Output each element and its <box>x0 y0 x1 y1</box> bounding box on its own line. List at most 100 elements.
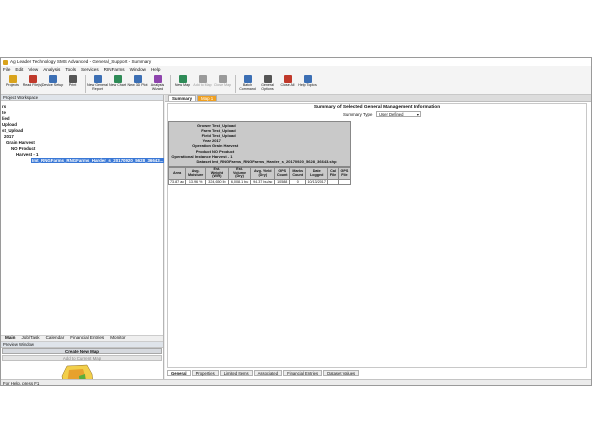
menu-window[interactable]: Window <box>130 67 146 73</box>
column-header[interactable]: Est. Weight (Wet) <box>205 166 229 181</box>
tree-item[interactable]: Upload <box>2 122 17 127</box>
toolbar-button-label: Help Topics <box>298 83 317 87</box>
map-tab-label: Map 1 <box>201 96 214 101</box>
table-cell: 94.37 bu/ac <box>250 179 276 186</box>
toolbar-button[interactable]: Close All <box>278 75 297 88</box>
app-logo-icon <box>3 59 8 65</box>
menu-services[interactable]: Services <box>81 67 99 73</box>
toolbar-button[interactable]: New Chart <box>108 75 127 88</box>
tab-map-1[interactable]: Map 1 <box>197 95 218 101</box>
plot-3d-icon <box>133 75 142 83</box>
tab-summary[interactable]: Summary <box>168 95 197 101</box>
document-tabs: Summary Map 1 <box>165 95 591 102</box>
batch-icon <box>243 75 252 83</box>
read-files-icon <box>28 75 37 83</box>
toolbar-button[interactable]: Projects <box>3 75 22 88</box>
toolbar-button-label: Add to Map <box>193 83 212 87</box>
table-cell: 0 <box>289 179 307 186</box>
project-workspace-pane: Project Workspace rs te lied Upload st_U… <box>1 95 165 385</box>
add-to-current-map-button[interactable]: Add to Current Map <box>2 355 162 361</box>
toolbar-button[interactable]: Print <box>63 75 82 88</box>
column-header[interactable]: Date Logged <box>305 166 329 181</box>
toolbar-button[interactable]: Add to Map <box>193 75 212 88</box>
toolbar-button-label: New Map <box>174 83 191 87</box>
map-icon <box>178 75 187 83</box>
toolbar-button[interactable]: Batch Command <box>238 75 257 92</box>
tree-item-product[interactable]: NO Product <box>11 146 35 151</box>
info-row: Farm Test_Upload <box>169 128 352 134</box>
toolbar-button[interactable]: Read File(s) <box>23 75 42 88</box>
tree-item[interactable]: te <box>2 110 6 115</box>
toolbar-button[interactable]: New Map <box>173 75 192 88</box>
chart-icon <box>113 75 122 83</box>
wizard-icon <box>153 75 162 83</box>
tree-item[interactable]: st_Upload <box>2 128 23 133</box>
tree-item-operation[interactable]: Grain Harvest <box>6 140 35 145</box>
bottom-tabs: General Properties Limited Items Associa… <box>167 369 587 376</box>
column-header[interactable]: Avg. Yield (Dry) <box>250 166 276 181</box>
column-header[interactable]: Est. Volume (Dry) <box>227 166 252 181</box>
toolbar-button[interactable]: Close Map <box>213 75 232 88</box>
toolbar-button[interactable]: Analysis Wizard <box>148 75 167 92</box>
toolbar-button-label: Close Map <box>213 83 232 87</box>
toolbar-button-label: Batch Command <box>239 83 256 91</box>
table-cell: 13.96 % <box>185 179 207 186</box>
create-new-map-button[interactable]: Create New Map <box>2 348 162 354</box>
tab-associated[interactable]: Associated <box>253 369 283 376</box>
project-tree: rs te lied Upload st_Upload 2017 Grain H… <box>1 101 165 329</box>
tab-job-task[interactable]: Job/Task <box>21 336 39 341</box>
toolbar-button[interactable]: New 3D Plot <box>128 75 147 88</box>
menu-view[interactable]: View <box>28 67 38 73</box>
menu-rinfarms[interactable]: RINFarms <box>104 67 125 73</box>
tab-financial-entries-bottom[interactable]: Financial Entries <box>283 369 323 376</box>
column-header[interactable]: Cal File <box>327 166 339 181</box>
toolbar-button-label: New 3D Plot <box>127 83 148 87</box>
table-cell <box>337 179 352 186</box>
tab-main[interactable]: Main <box>5 336 15 341</box>
tree-item[interactable]: 2017 <box>4 134 14 139</box>
menu-help[interactable]: Help <box>151 67 160 73</box>
column-header[interactable]: Avg. Moisture <box>185 166 207 181</box>
table-cell: 10/13/2017 <box>305 179 329 186</box>
tab-dataset-values[interactable]: Dataset Values <box>323 369 360 376</box>
toolbar-button[interactable]: New General Report <box>87 75 108 92</box>
tab-calendar[interactable]: Calendar <box>46 336 65 341</box>
menu-bar: File Edit View Analysis Tools Services R… <box>1 66 591 74</box>
info-box: Grower Test_Upload Farm Test_Upload Field Tes… <box>168 121 351 167</box>
summary-type-value: User Defined <box>379 112 404 117</box>
menu-file[interactable]: File <box>3 67 10 73</box>
summary-type-label: Summary Type <box>343 112 373 117</box>
toolbar-button-label: Projects <box>6 83 19 87</box>
toolbar-button-label: New General Report <box>87 83 108 91</box>
window-title: Ag Leader Technology SMS Advanced - Gene… <box>10 58 152 64</box>
close-map-icon <box>218 75 227 83</box>
column-header[interactable]: GPS Count <box>274 166 291 181</box>
table-header-row: Area Avg. Moisture Est. Weight (Wet) Est. V… <box>167 166 352 181</box>
toolbar-button[interactable]: General Options <box>258 75 277 92</box>
toolbar-button[interactable]: Help Topics <box>298 75 317 88</box>
table-cell <box>327 179 339 186</box>
column-header[interactable]: GPS File <box>337 166 352 181</box>
tree-item-instance[interactable]: Harvest - 1 <box>16 152 38 157</box>
tab-monitor[interactable]: Monitor <box>110 336 125 341</box>
tree-item[interactable]: lied <box>2 116 10 121</box>
toolbar-button-label: Print <box>68 83 77 87</box>
tab-financial-entries[interactable]: Financial Entries <box>70 336 104 341</box>
table-cell: 10588 <box>274 179 291 186</box>
summary-type-select[interactable]: User Defined ▾ <box>376 111 421 117</box>
toolbar: Projects Read File(s) Device Setup Print New… <box>1 74 591 95</box>
menu-edit[interactable]: Edit <box>15 67 23 73</box>
tree-item[interactable]: rs <box>2 104 6 109</box>
folder-icon <box>8 75 17 83</box>
tab-general[interactable]: General <box>167 369 191 376</box>
tab-limited-items[interactable]: Limited Items <box>219 369 253 376</box>
tree-item-dataset-selected[interactable]: Imt_RNGFarms_RNGFarms_Harder_s_20170920_… <box>31 158 165 163</box>
tab-properties[interactable]: Properties <box>191 369 219 376</box>
table-row[interactable]: 73.87 ac 13.96 % 324,650 lb 6,008.1 bu 94.37… <box>167 179 352 186</box>
toolbar-button[interactable]: Device Setup <box>42 75 63 88</box>
column-header[interactable]: Area <box>167 166 187 181</box>
menu-analysis[interactable]: Analysis <box>43 67 60 73</box>
column-header[interactable]: Marks Count <box>289 166 307 181</box>
menu-tools[interactable]: Tools <box>65 67 76 73</box>
document-area: Summary Map 1 Summary of Selected Genera… <box>165 95 591 379</box>
